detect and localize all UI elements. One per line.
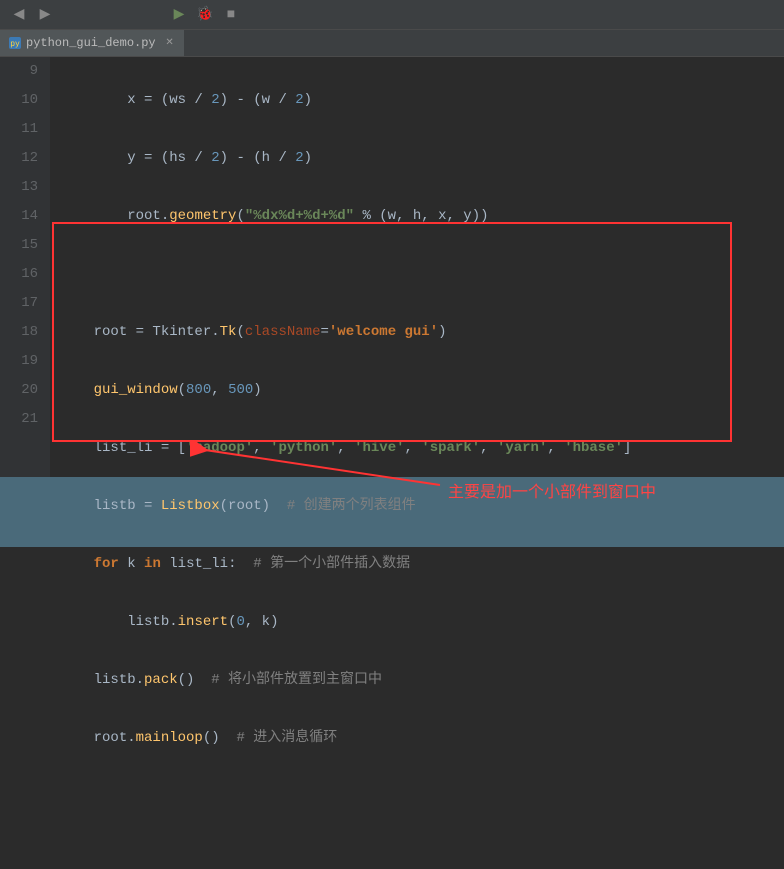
line-number: 10 bbox=[0, 86, 38, 115]
code-editor[interactable]: 9 10 11 12 13 14 15 16 17 18 19 20 21 x … bbox=[0, 57, 784, 477]
code-line: for k in list_li: # 第一个小部件插入数据 bbox=[60, 550, 784, 579]
nav-fwd-icon[interactable]: ▶ bbox=[36, 6, 54, 24]
tab-filename: python_gui_demo.py bbox=[26, 36, 156, 50]
code-line: root = Tkinter.Tk(className='welcome gui… bbox=[60, 318, 784, 347]
line-number: 15 bbox=[0, 231, 38, 260]
nav-back-icon[interactable]: ◀ bbox=[10, 6, 28, 24]
line-number: 18 bbox=[0, 318, 38, 347]
code-line: x = (ws / 2) - (w / 2) bbox=[60, 86, 784, 115]
line-number: 11 bbox=[0, 115, 38, 144]
code-line: gui_window(800, 500) bbox=[60, 376, 784, 405]
line-number: 19 bbox=[0, 347, 38, 376]
code-line: listb.insert(0, k) bbox=[60, 608, 784, 637]
code-line bbox=[60, 782, 784, 811]
file-tab[interactable]: py python_gui_demo.py ✕ bbox=[0, 30, 185, 56]
svg-text:py: py bbox=[10, 40, 20, 49]
line-number: 12 bbox=[0, 144, 38, 173]
code-line: root.geometry("%dx%d+%d+%d" % (w, h, x, … bbox=[60, 202, 784, 231]
line-number: 9 bbox=[0, 57, 38, 86]
code-line: list_li = ['hadoop', 'python', 'hive', '… bbox=[60, 434, 784, 463]
python-file-icon: py bbox=[8, 36, 22, 50]
line-number: 14 bbox=[0, 202, 38, 231]
code-line: listb.pack() # 将小部件放置到主窗口中 bbox=[60, 666, 784, 695]
annotation-label: 主要是加一个小部件到窗口中 bbox=[448, 478, 656, 502]
line-number: 21 bbox=[0, 405, 38, 434]
code-line: listb = Listbox(root) # 创建两个列表组件 bbox=[60, 492, 784, 521]
code-area[interactable]: x = (ws / 2) - (w / 2) y = (hs / 2) - (h… bbox=[50, 57, 784, 477]
run-icon[interactable]: ▶ bbox=[170, 6, 188, 24]
line-number: 16 bbox=[0, 260, 38, 289]
debug-icon[interactable]: 🐞 bbox=[196, 6, 214, 24]
code-line: y = (hs / 2) - (h / 2) bbox=[60, 144, 784, 173]
code-line: root.mainloop() # 进入消息循环 bbox=[60, 724, 784, 753]
tab-bar: py python_gui_demo.py ✕ bbox=[0, 30, 784, 57]
close-icon[interactable]: ✕ bbox=[164, 37, 176, 49]
stop-icon[interactable]: ■ bbox=[222, 6, 240, 24]
line-number: 13 bbox=[0, 173, 38, 202]
code-line bbox=[60, 260, 784, 289]
line-gutter: 9 10 11 12 13 14 15 16 17 18 19 20 21 bbox=[0, 57, 50, 477]
toolbar: ◀ ▶ ▶ 🐞 ■ bbox=[0, 0, 784, 30]
line-number: 17 bbox=[0, 289, 38, 318]
line-number: 20 bbox=[0, 376, 38, 405]
